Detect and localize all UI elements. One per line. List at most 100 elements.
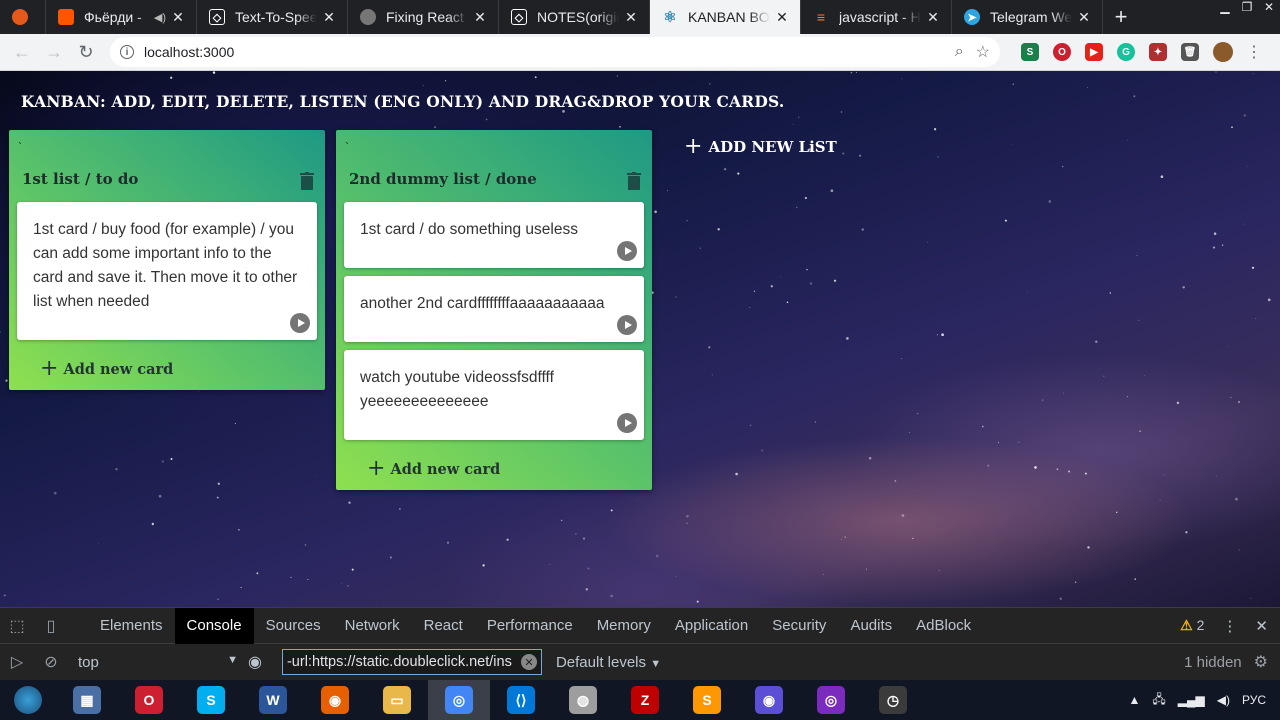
console-sidebar-icon[interactable]: ▷ (0, 644, 34, 680)
listen-play-icon[interactable] (617, 315, 637, 335)
opera-vpn-icon[interactable]: O (1053, 43, 1071, 61)
info-icon[interactable]: i (120, 45, 134, 59)
listen-play-icon[interactable] (617, 241, 637, 261)
card[interactable]: 1st card / do something useless (344, 202, 644, 268)
forward-button[interactable]: → (38, 37, 70, 67)
live-expression-eye-icon[interactable]: ◉ (248, 652, 262, 672)
devtools-tab-application[interactable]: Application (663, 608, 760, 644)
menu-dots-icon[interactable]: ⋮ (1246, 42, 1262, 62)
devtools-menu-icon[interactable]: ⋮ (1222, 617, 1237, 635)
devtools-tab-memory[interactable]: Memory (585, 608, 663, 644)
console-settings-gear-icon[interactable]: ⚙ (1254, 652, 1280, 672)
tab-0[interactable] (0, 0, 46, 34)
taskbar-app[interactable]: ▦ (56, 680, 118, 720)
delete-list-icon[interactable] (300, 172, 314, 190)
devtools-tab-audits[interactable]: Audits (838, 608, 904, 644)
add-new-list-button[interactable]: + ADD NEW LiST (684, 136, 837, 158)
url-text[interactable]: localhost:3000 (144, 44, 943, 60)
listen-play-icon[interactable] (617, 413, 637, 433)
devtools-tab-adblock[interactable]: AdBlock (904, 608, 983, 644)
new-tab-button[interactable]: + (1103, 0, 1139, 34)
close-icon[interactable]: ✕ (321, 9, 337, 26)
back-button[interactable]: ← (6, 37, 38, 67)
tab-1[interactable]: Фьёрди - ◀) ✕ (46, 0, 197, 34)
inspect-element-icon[interactable]: ⬚ (0, 608, 34, 644)
clear-filter-icon[interactable]: ✕ (520, 654, 537, 670)
devtools-tab-elements[interactable]: Elements (88, 608, 175, 644)
warning-count[interactable]: ⚠ 2 (1180, 617, 1204, 634)
card[interactable]: watch youtube videossfsdffff yeeeeeeeeee… (344, 350, 644, 440)
start-button[interactable] (0, 680, 56, 720)
taskbar-app[interactable]: O (118, 680, 180, 720)
device-toolbar-icon[interactable]: ▯ (34, 608, 68, 644)
language-indicator[interactable]: РУС (1242, 693, 1266, 707)
clear-console-icon[interactable]: ⊘ (34, 644, 68, 680)
close-icon[interactable]: ✕ (774, 9, 790, 26)
youtube-icon[interactable]: ▶ (1085, 43, 1103, 61)
filezilla-icon: Z (631, 686, 659, 714)
address-bar[interactable]: i localhost:3000 ⌕ ☆ (110, 37, 1000, 67)
console-filter-input[interactable]: -url:https://static.doubleclick.net/ins … (281, 649, 542, 675)
devtools-tab-network[interactable]: Network (333, 608, 412, 644)
devtools-tab-react[interactable]: React (412, 608, 475, 644)
taskbar-app[interactable]: S (180, 680, 242, 720)
extension-s-icon[interactable]: S (1021, 43, 1039, 61)
network-icon[interactable]: 🖧 (1152, 690, 1165, 711)
taskbar-app[interactable]: ▭ (366, 680, 428, 720)
devtools-tab-performance[interactable]: Performance (475, 608, 585, 644)
grammarly-icon[interactable]: G (1117, 43, 1135, 61)
tab-5-active[interactable]: ⚛ KANBAN BOA ✕ (650, 0, 801, 34)
volume-icon[interactable]: ◀) (1217, 693, 1230, 707)
taskbar-app[interactable]: ◉ (304, 680, 366, 720)
taskbar-app[interactable]: S (676, 680, 738, 720)
log-levels-dropdown[interactable]: Default levels ▼ (556, 654, 661, 671)
reload-button[interactable]: ↻ (70, 37, 102, 67)
list-column[interactable]: ` 2nd dummy list / done 1st card / do so… (336, 130, 652, 490)
context-selector[interactable]: top ▼ (78, 654, 248, 671)
devtools-tab-sources[interactable]: Sources (254, 608, 333, 644)
taskbar-app[interactable]: ◎ (800, 680, 862, 720)
listen-play-icon[interactable] (290, 313, 310, 333)
add-new-card-button[interactable]: + Add new card (9, 348, 325, 390)
close-icon[interactable]: ✕ (170, 9, 186, 26)
taskbar-app[interactable]: ◉ (738, 680, 800, 720)
profile-avatar[interactable] (1213, 42, 1233, 62)
add-new-card-button[interactable]: + Add new card (336, 448, 652, 490)
devtools-tab-console[interactable]: Console (174, 607, 254, 644)
tab-6[interactable]: ≡ javascript - Ho ✕ (801, 0, 952, 34)
trash-extension-icon[interactable]: 🗑 (1181, 43, 1199, 61)
tab-4[interactable]: ◇ NOTES(origina ✕ (499, 0, 650, 34)
close-icon[interactable]: ✕ (623, 9, 639, 26)
close-icon[interactable]: ✕ (472, 9, 488, 26)
close-icon[interactable]: ✕ (925, 9, 941, 26)
taskbar-app[interactable]: W (242, 680, 304, 720)
taskbar-app[interactable]: ◷ (862, 680, 924, 720)
minimize-icon[interactable]: ▁ (1214, 0, 1236, 16)
card[interactable]: another 2nd cardffffffffaaaaaaaaaaa (344, 276, 644, 342)
tab-7[interactable]: ➤ Telegram Web ✕ (952, 0, 1103, 34)
list-title[interactable]: 1st list / to do (22, 170, 138, 188)
speaker-icon[interactable]: ◀) (154, 11, 166, 24)
tab-3[interactable]: Fixing React W ✕ (348, 0, 499, 34)
maximize-icon[interactable]: ❐ (1236, 0, 1258, 16)
devtools-tab-security[interactable]: Security (760, 608, 838, 644)
card[interactable]: 1st card / buy food (for example) / you … (17, 202, 317, 340)
extension-red-icon[interactable]: ✦ (1149, 43, 1167, 61)
tab-title: javascript - Ho (839, 9, 921, 25)
close-window-icon[interactable]: ✕ (1258, 0, 1280, 16)
list-column[interactable]: ` 1st list / to do 1st card / buy food (… (9, 130, 325, 390)
list-title[interactable]: 2nd dummy list / done (349, 170, 537, 188)
tray-chevron-up-icon[interactable]: ▲ (1128, 693, 1140, 707)
devtools-close-icon[interactable]: ✕ (1255, 617, 1268, 635)
taskbar-app[interactable]: ⟨⟩ (490, 680, 552, 720)
codepen-icon: ◇ (209, 9, 225, 25)
delete-list-icon[interactable] (627, 172, 641, 190)
bookmark-star-icon[interactable]: ☆ (976, 42, 990, 62)
zoom-icon[interactable]: ⌕ (955, 43, 964, 61)
tab-2[interactable]: ◇ Text-To-Speec ✕ (197, 0, 348, 34)
close-icon[interactable]: ✕ (1076, 9, 1092, 26)
taskbar-app[interactable]: ◎ (428, 680, 490, 720)
taskbar-app[interactable]: Z (614, 680, 676, 720)
taskbar-app[interactable]: ◍ (552, 680, 614, 720)
signal-icon[interactable]: ▂▄▆ (1178, 693, 1205, 707)
